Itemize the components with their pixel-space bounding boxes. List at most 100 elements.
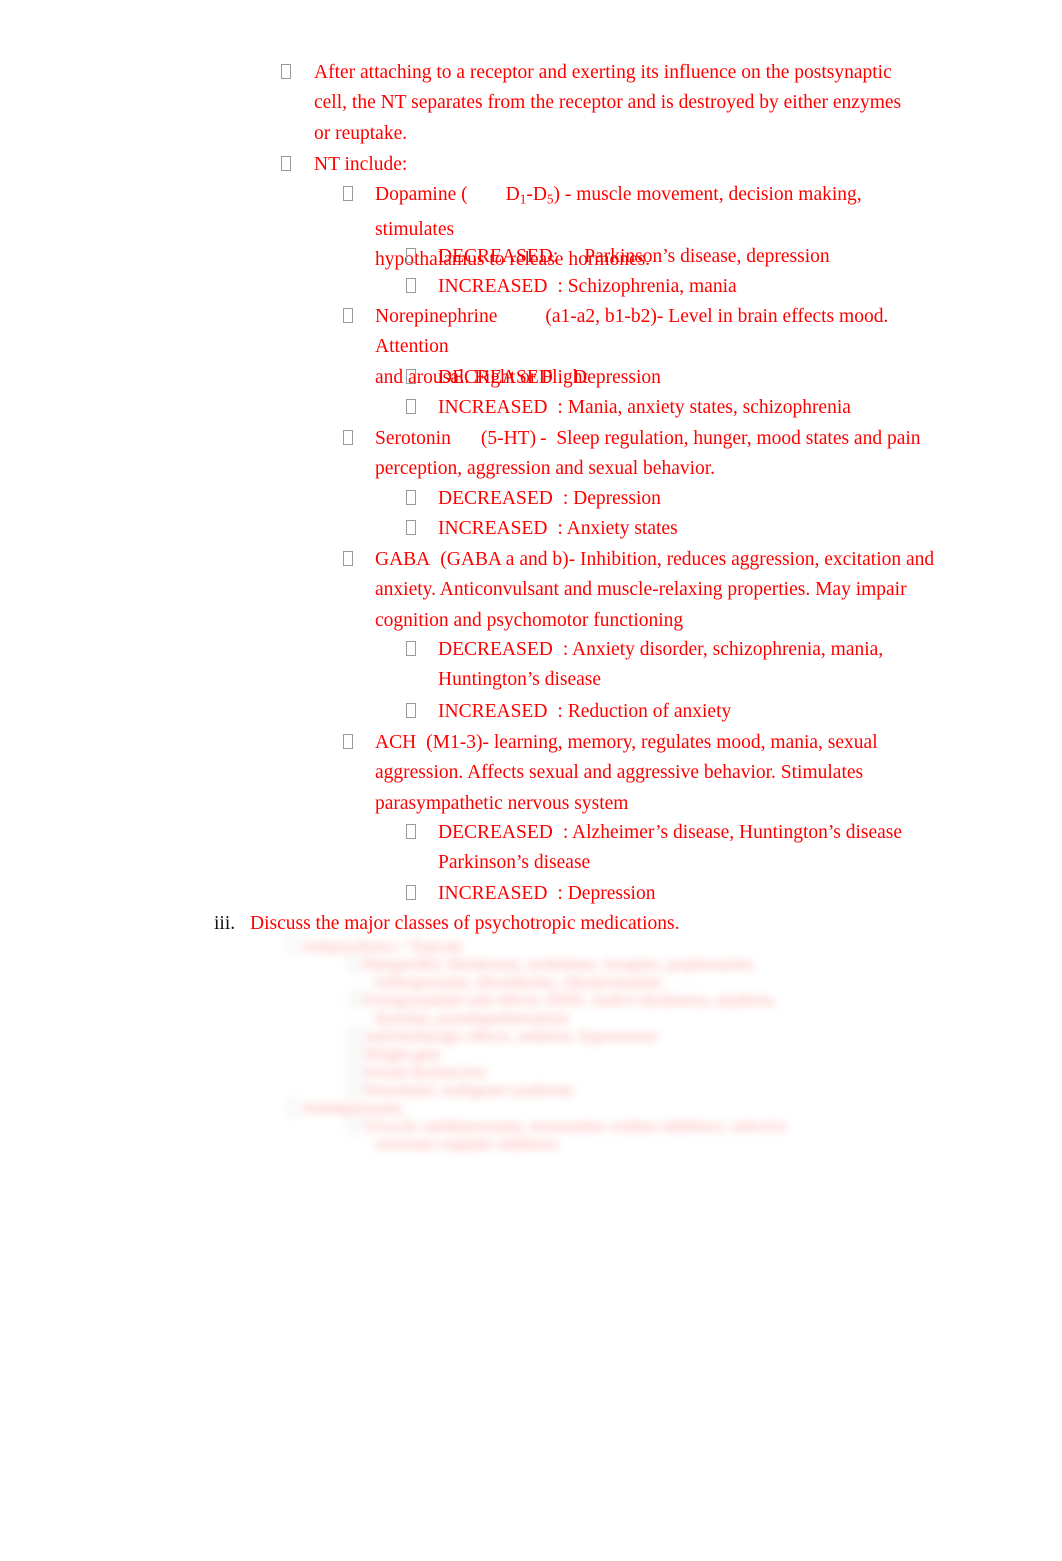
- nt-heading-line: Norepinephrine (a1-a2, b1-b2)- Level in b…: [375, 302, 955, 363]
- effect-decreased: DECREASED : Depression: [438, 484, 938, 514]
- document-page: After attaching to a receptor and exerti…: [0, 0, 1062, 1561]
- effect-decreased: DECREASED : Alzheimer’s disease, Huntingt…: [438, 818, 958, 848]
- effect-values: : Anxiety states: [557, 518, 678, 539]
- redacted-item: Haloperidol, thiothixene, molindone, lox…: [349, 956, 1009, 974]
- effect-values: : Alzheimer’s disease, Huntington’s dise…: [562, 822, 903, 843]
- nt-serotonin-effect-decreased: DECREASED : Depression: [0, 484, 1062, 514]
- nt-description: - Sleep regulation, hunger, mood states …: [540, 428, 921, 449]
- effect-label: DECREASED: [438, 367, 553, 388]
- nt-description-line: perception, aggression and sexual behavi…: [375, 458, 716, 480]
- tofu-bullet-icon: [349, 1028, 359, 1043]
- redacted-item-line: serotonin reuptake inhibitors: [375, 1136, 559, 1153]
- tofu-bullet-icon: [343, 545, 353, 575]
- effect-label: INCREASED: [438, 883, 548, 904]
- subscript: 1: [519, 191, 527, 207]
- tofu-bullet-icon: [406, 242, 416, 272]
- nt-receptor-code: (GABA a and b): [440, 549, 569, 570]
- effect-label: INCREASED: [438, 397, 548, 418]
- tofu-bullet-icon: [343, 424, 353, 454]
- nt-receptor-code: (M1-3): [426, 732, 483, 753]
- subscript: 5: [546, 191, 554, 207]
- tofu-bullet-icon: [349, 1118, 359, 1133]
- tofu-bullet-icon: [406, 635, 416, 665]
- tofu-bullet-icon: [287, 1100, 297, 1115]
- nt-receptor-code: D1-D5: [505, 184, 554, 207]
- redacted-item: Neuroleptic malignant syndrome: [349, 1082, 1009, 1100]
- nt-gaba-effect-increased: INCREASED: Reduction of anxiety: [0, 697, 1062, 727]
- nt-receptor-code: (5-HT): [480, 428, 537, 449]
- nt-heading-line: Dopamine (D1-D5) - muscle movement, deci…: [375, 180, 935, 245]
- effect-values: : Depression: [557, 883, 656, 904]
- nt-gaba-effect-decreased: DECREASED: Anxiety disorder, schizophren…: [0, 635, 1062, 696]
- effect-increased: INCREASED: Reduction of anxiety: [438, 697, 938, 727]
- nt-norepinephrine-effect-decreased: DECREASED: Depression: [0, 363, 1062, 393]
- nt-name: Dopamine (: [375, 184, 468, 205]
- nt-ach-effect-decreased: DECREASED : Alzheimer’s disease, Huntingt…: [0, 818, 1062, 879]
- effect-increased: INCREASED : Mania, anxiety states, schizo…: [438, 393, 938, 423]
- tofu-bullet-icon: [406, 363, 416, 393]
- tofu-bullet-icon: [349, 1046, 359, 1061]
- nt-name: Serotonin: [375, 428, 451, 449]
- nt-heading-line: Serotonin (5-HT) - Sleep regulation, hunge…: [375, 424, 955, 454]
- redacted-heading: Antipsychotics / Typicals: [287, 938, 1015, 956]
- effect-increased: INCREASED : Schizophrenia, mania: [438, 272, 938, 302]
- list-marker-roman: iii.: [214, 913, 236, 934]
- section-iii: iii. Discuss the major classes of psycho…: [0, 909, 1062, 939]
- tofu-bullet-icon: [343, 728, 353, 758]
- outline-item-after-attaching: After attaching to a receptor and exerti…: [0, 58, 1062, 149]
- nt-serotonin: Serotonin (5-HT) - Sleep regulation, hunge…: [0, 424, 1062, 485]
- tofu-bullet-icon: [406, 484, 416, 514]
- tofu-bullet-icon: [406, 393, 416, 423]
- nt-serotonin-effect-increased: INCREASED: Anxiety states: [0, 514, 1062, 544]
- effect-label: DECREASED: [438, 822, 553, 843]
- redacted-heading: Antidepressants: [287, 1100, 1015, 1118]
- effect-label: DECREASED: [438, 488, 553, 509]
- effect-decreased: DECREASED: Depression: [438, 363, 938, 393]
- outline-item-nt-include: NT include:: [0, 150, 1062, 180]
- effect-values: Parkinson’s disease, depression: [584, 246, 830, 267]
- effect-values: : Depression: [562, 488, 661, 509]
- nt-description-line: cognition and psychomotor functioning: [375, 609, 684, 631]
- nt-name: GABA: [375, 549, 431, 570]
- section-heading: Discuss the major classes of psychotropi…: [250, 913, 680, 934]
- redacted-item-line: dystonia, pseudoparkinsonism: [375, 1010, 569, 1027]
- nt-name: ACH: [375, 732, 417, 753]
- nt-heading-line: ACH (M1-3)- learning, memory, regulates m…: [375, 728, 955, 758]
- effect-continuation: Huntington’s disease: [438, 669, 602, 691]
- nt-gaba: GABA (GABA a and b)- Inhibition, reduces …: [0, 545, 1062, 636]
- nt-description-line: aggression. Affects sexual and aggressiv…: [375, 762, 864, 784]
- nt-dopamine-effect-increased: INCREASED : Schizophrenia, mania: [0, 272, 1062, 302]
- paragraph-line: After attaching to a receptor and exerti…: [314, 62, 892, 83]
- effect-values: : Anxiety disorder, schizophrenia, mania…: [562, 639, 884, 660]
- redacted-item-line: trifluoperazine, thioridazine, chlorprom…: [375, 974, 662, 991]
- tofu-bullet-icon: [406, 697, 416, 727]
- tofu-bullet-icon: [406, 272, 416, 302]
- redacted-item: Anticholinergic effects, sedation, hypot…: [349, 1028, 1009, 1046]
- effect-values: : Mania, anxiety states, schizophrenia: [557, 397, 851, 418]
- tofu-bullet-icon: [349, 992, 359, 1007]
- nt-description: - learning, memory, regulates mood, mani…: [482, 732, 878, 753]
- nt-dopamine-effects: DECREASED: Parkinson’s disease, depressio…: [0, 242, 1062, 272]
- nt-description-line: parasympathetic nervous system: [375, 792, 629, 814]
- effect-label: INCREASED: [438, 701, 548, 722]
- nt-name: Norepinephrine: [375, 306, 498, 327]
- nt-description-line: anxiety. Anticonvulsant and muscle-relax…: [375, 579, 907, 601]
- paragraph-line: or reuptake.: [314, 122, 408, 144]
- effect-label: DECREASED:: [438, 246, 559, 267]
- tofu-bullet-icon: [406, 879, 416, 909]
- tofu-bullet-icon: [343, 302, 353, 332]
- redacted-item: Extrapyramidal side effects, EPSE, tardi…: [349, 992, 1009, 1010]
- tofu-bullet-icon: [349, 1082, 359, 1097]
- effect-decreased: DECREASED: Anxiety disorder, schizophren…: [438, 635, 938, 665]
- paragraph-line: NT include:: [314, 154, 408, 175]
- redacted-item: Weight gain: [349, 1046, 1009, 1064]
- effect-label: INCREASED: [438, 276, 548, 297]
- redacted-item: Tricyclic antidepressants, monoamine oxi…: [349, 1118, 1009, 1136]
- tofu-bullet-icon: [349, 1064, 359, 1079]
- effect-continuation: Parkinson’s disease: [438, 852, 591, 874]
- effect-values: : Schizophrenia, mania: [557, 276, 737, 297]
- effect-increased: INCREASED: Anxiety states: [438, 514, 938, 544]
- tofu-bullet-icon: [406, 514, 416, 544]
- nt-heading-line: GABA (GABA a and b)- Inhibition, reduces …: [375, 545, 955, 575]
- nt-ach-effect-increased: INCREASED : Depression: [0, 879, 1062, 909]
